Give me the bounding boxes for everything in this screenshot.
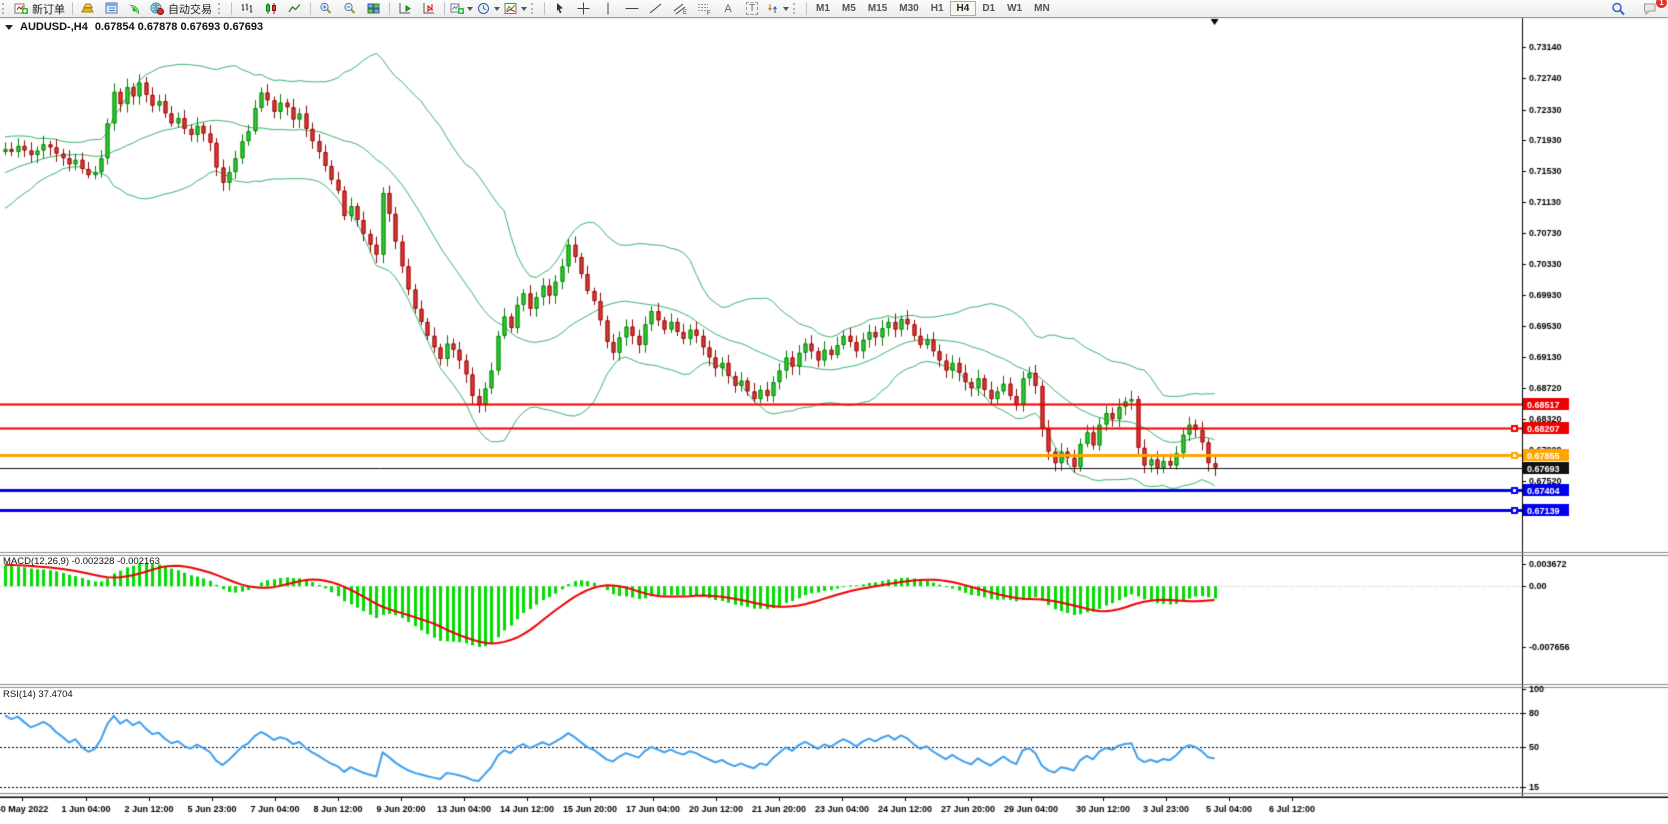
templates-button[interactable]: [502, 1, 529, 16]
collapse-arrow-icon[interactable]: [5, 25, 13, 30]
trendline-icon: [649, 2, 663, 15]
zoom-in-icon: [319, 2, 333, 15]
toolbar-separator: [389, 2, 390, 15]
add-indicator-icon: [450, 2, 464, 15]
toolbar-separator: [72, 2, 73, 15]
vertical-line-icon: [603, 2, 613, 15]
notification-badge: 1: [1656, 0, 1667, 8]
chart-shift-button[interactable]: [417, 1, 441, 16]
gold-bars-icon: [81, 2, 95, 15]
rsi-name: RSI(14): [3, 689, 36, 700]
rsi-value: 37.4704: [38, 689, 72, 700]
toolbar-separator: [806, 2, 807, 15]
candlestick-icon: [264, 2, 278, 15]
timeframe-w1-button[interactable]: W1: [1001, 1, 1028, 16]
toolbar-grip[interactable]: [793, 3, 800, 14]
add-indicator-button[interactable]: [448, 1, 475, 16]
auto-scroll-button[interactable]: [393, 1, 417, 16]
zoom-out-icon: [343, 2, 357, 15]
macd-indicator-label: MACD(12,26,9) -0.002328 -0.002163: [3, 556, 160, 567]
auto-trading-label: 自动交易: [166, 1, 214, 17]
toolbar-grip[interactable]: [2, 3, 9, 14]
dropdown-arrow-icon: [467, 7, 473, 11]
timeframe-h1-button[interactable]: H1: [925, 1, 950, 16]
timeframe-d1-button[interactable]: D1: [976, 1, 1001, 16]
signals-button[interactable]: [124, 1, 148, 16]
horizontal-line-icon: [625, 2, 639, 15]
equidistant-channel-tool-button[interactable]: E: [668, 1, 692, 16]
toolbar-grip[interactable]: [531, 3, 538, 14]
svg-text:F: F: [707, 11, 711, 15]
timeframe-mn-button[interactable]: MN: [1028, 1, 1056, 16]
svg-text:E: E: [683, 10, 687, 15]
bar-chart-mode-button[interactable]: [235, 1, 259, 16]
crosshair-icon: [577, 2, 591, 15]
candlestick-mode-button[interactable]: [259, 1, 283, 16]
rsi-indicator-label: RSI(14) 37.4704: [3, 689, 73, 700]
bar-chart-icon: [240, 2, 254, 15]
template-icon: [504, 2, 518, 15]
tile-windows-icon: [367, 2, 381, 15]
timeframe-m1-button[interactable]: M1: [810, 1, 836, 16]
trendline-tool-button[interactable]: [644, 1, 668, 16]
chart-canvas[interactable]: [0, 0, 1668, 824]
new-order-label: 新订单: [30, 1, 67, 17]
cursor-icon: [553, 2, 567, 15]
search-icon: [1611, 2, 1626, 16]
periods-button[interactable]: [475, 1, 502, 16]
dropdown-arrow-icon: [521, 7, 527, 11]
arrows-tool-button[interactable]: [764, 1, 791, 16]
new-order-button[interactable]: 新订单: [12, 1, 69, 16]
line-chart-mode-button[interactable]: [283, 1, 307, 16]
line-chart-icon: [288, 2, 302, 15]
main-toolbar: 新订单 自动交易: [0, 0, 1668, 18]
toolbar-separator: [444, 2, 445, 15]
arrows-icon: [766, 2, 780, 15]
data-window-icon: [105, 2, 119, 15]
macd-values: -0.002328 -0.002163: [72, 556, 160, 567]
text-label-tool-button[interactable]: T: [740, 1, 764, 16]
chart-symbol-title: AUDUSD-,H4: [20, 21, 88, 33]
vertical-line-tool-button[interactable]: [596, 1, 620, 16]
toolbar-separator: [310, 2, 311, 15]
macd-name: MACD(12,26,9): [3, 556, 69, 567]
fibonacci-tool-button[interactable]: F: [692, 1, 716, 16]
dropdown-arrow-icon: [783, 7, 789, 11]
clock-icon: [477, 2, 491, 15]
notifications-button[interactable]: 1: [1638, 1, 1662, 16]
timeframe-m5-button[interactable]: M5: [836, 1, 862, 16]
text-tool-button[interactable]: A: [716, 1, 740, 16]
auto-scroll-icon: [398, 2, 412, 15]
text-label-icon: T: [746, 2, 758, 15]
timeframe-m30-button[interactable]: M30: [893, 1, 924, 16]
data-window-button[interactable]: [100, 1, 124, 16]
timeframe-h4-button[interactable]: H4: [950, 1, 977, 16]
tile-windows-button[interactable]: [362, 1, 386, 16]
market-watch-button[interactable]: [76, 1, 100, 16]
timeframe-m15-button[interactable]: M15: [862, 1, 893, 16]
chart-title-row: AUDUSD-,H4 0.67854 0.67878 0.67693 0.676…: [5, 21, 263, 33]
toolbar-grip[interactable]: [218, 3, 225, 14]
cursor-tool-button[interactable]: [548, 1, 572, 16]
equidistant-channel-icon: E: [673, 2, 687, 15]
new-order-icon: [14, 2, 28, 15]
zoom-out-button[interactable]: [338, 1, 362, 16]
chart-shift-icon: [422, 2, 436, 15]
toolbar-separator: [231, 2, 232, 15]
signal-icon: [129, 2, 143, 15]
auto-trading-icon: [150, 2, 164, 15]
crosshair-tool-button[interactable]: [572, 1, 596, 16]
horizontal-line-tool-button[interactable]: [620, 1, 644, 16]
zoom-in-button[interactable]: [314, 1, 338, 16]
search-button[interactable]: [1606, 1, 1630, 16]
auto-trading-button[interactable]: 自动交易: [148, 1, 216, 16]
text-tool-icon: A: [724, 3, 731, 15]
chart-quote-values: 0.67854 0.67878 0.67693 0.67693: [95, 21, 263, 33]
dropdown-arrow-icon: [494, 7, 500, 11]
fibonacci-icon: F: [697, 2, 711, 15]
toolbar-separator: [544, 2, 545, 15]
